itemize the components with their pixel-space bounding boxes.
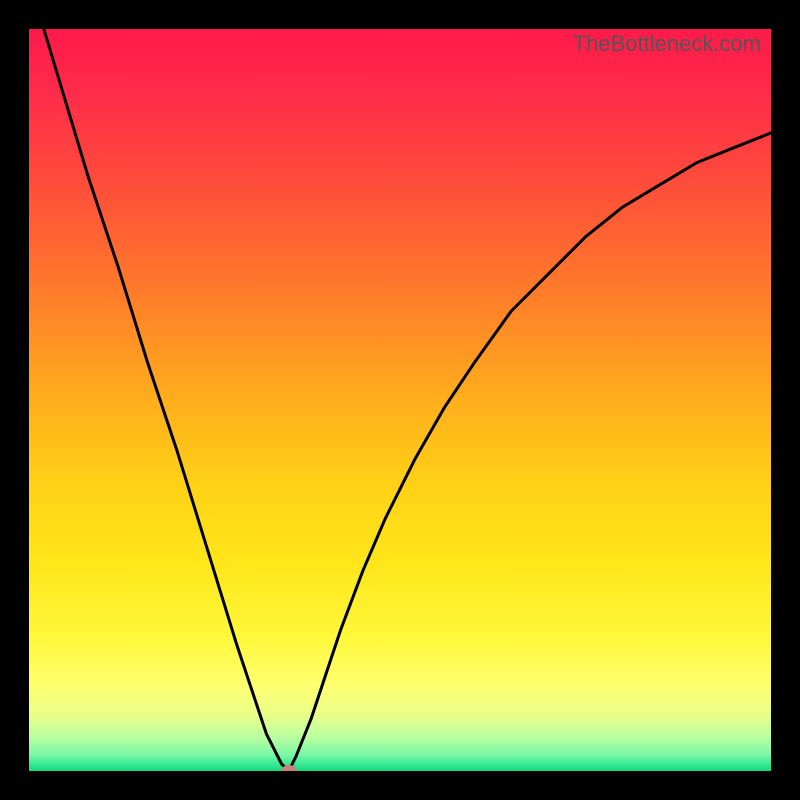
chart-frame: TheBottleneck.com (0, 0, 800, 800)
curve-path (29, 29, 771, 771)
marker-dot (281, 765, 297, 771)
curve-svg (29, 29, 771, 771)
plot-area: TheBottleneck.com (29, 29, 771, 771)
